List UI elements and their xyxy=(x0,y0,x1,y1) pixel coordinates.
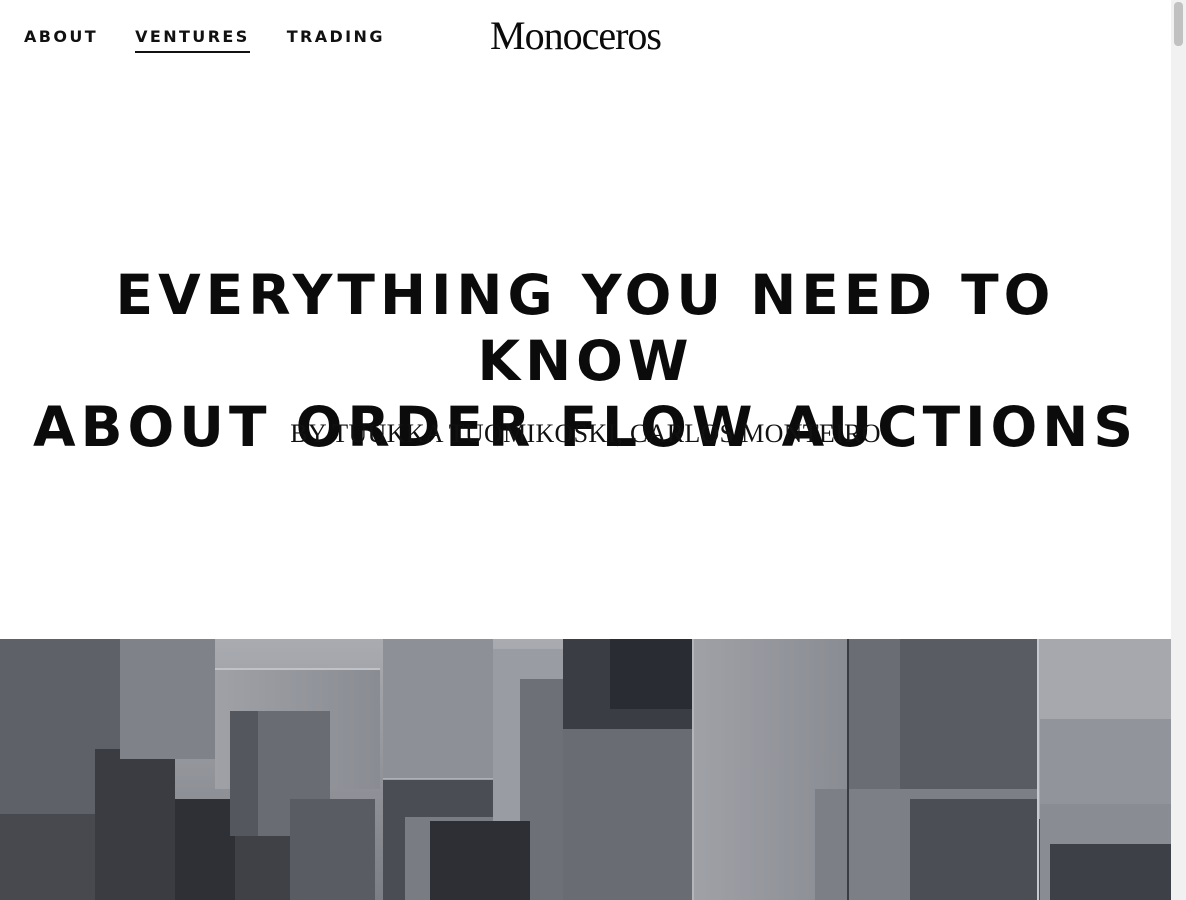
vertical-scrollbar[interactable] xyxy=(1171,0,1186,900)
concrete-blocks-image xyxy=(0,639,1171,900)
nav-ventures-link[interactable]: VENTURES xyxy=(135,24,250,53)
article-title-line-1: EVERYTHING YOU NEED TO KNOW xyxy=(115,263,1056,393)
hero-image xyxy=(0,639,1171,900)
article-byline: BY TUUKKA TUOMIKOSKI, CARLOS MONTEIRO xyxy=(290,419,881,448)
scrollbar-thumb[interactable] xyxy=(1174,2,1183,46)
page: ABOUT VENTURES TRADING Monoceros EVERYTH… xyxy=(0,0,1171,900)
brand-logo[interactable]: Monoceros xyxy=(490,14,690,58)
nav-about-link[interactable]: ABOUT xyxy=(24,24,98,53)
main-nav: ABOUT VENTURES TRADING xyxy=(24,24,385,53)
nav-trading-link[interactable]: TRADING xyxy=(287,24,385,53)
